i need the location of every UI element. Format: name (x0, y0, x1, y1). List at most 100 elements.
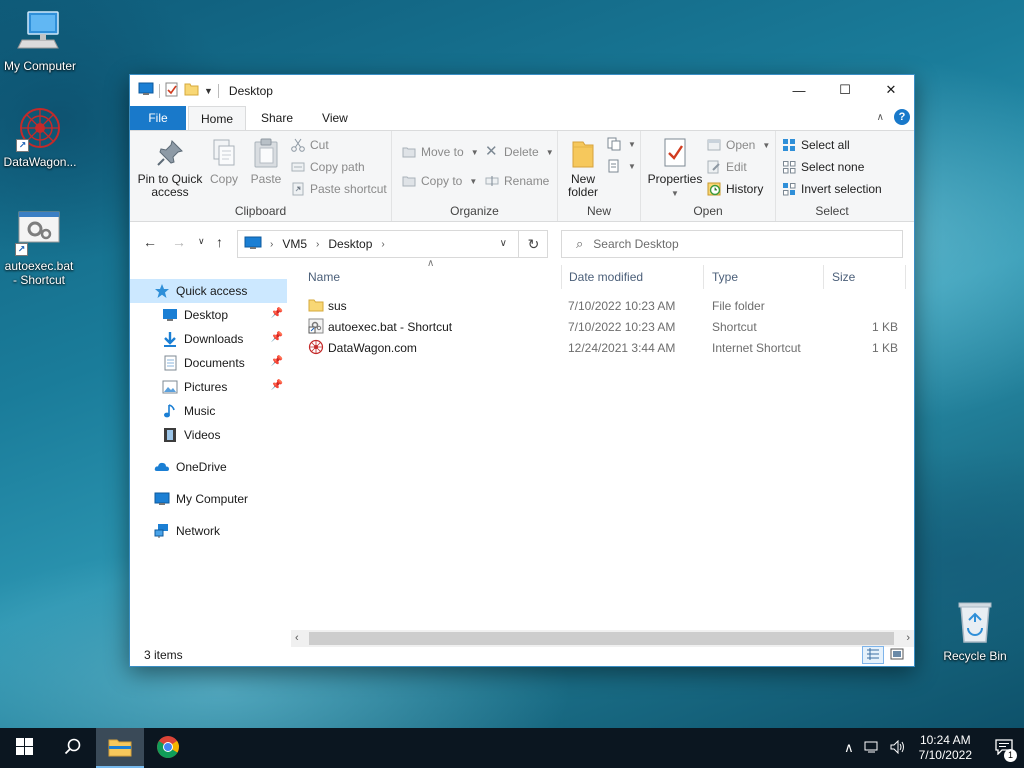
properties-qat-icon[interactable] (165, 82, 179, 100)
paste-button[interactable]: Paste (247, 137, 285, 186)
tab-file[interactable]: File (130, 106, 186, 130)
refresh-button[interactable]: ↻ (518, 230, 548, 258)
breadcrumb-chevron-icon[interactable]: › (316, 239, 319, 250)
action-center-button[interactable]: 1 (984, 728, 1024, 768)
rename-button[interactable]: Rename (485, 174, 549, 188)
nav-item-quick-access[interactable]: Quick access (130, 279, 287, 303)
pin-to-quick-access-button[interactable]: Pin to Quick access (136, 137, 204, 199)
details-view-button[interactable] (862, 646, 884, 664)
maximize-icon: ☐ (839, 82, 851, 97)
cut-button[interactable]: Cut (291, 138, 329, 152)
forward-arrow-icon[interactable]: → (172, 234, 186, 250)
open-button[interactable]: Open ▼ (707, 138, 770, 152)
ribbon-collapse-icon[interactable]: ∧ (877, 112, 884, 123)
select-none-icon (782, 160, 796, 174)
properties-button[interactable]: Properties ▼ (645, 137, 705, 200)
nav-item-desktop[interactable]: Desktop 📌 (130, 303, 287, 327)
copy-to-button[interactable]: Copy to ▼ (402, 174, 477, 188)
shortcut-arrow-icon: ↗ (16, 139, 29, 152)
tab-share[interactable]: Share (246, 106, 308, 130)
paste-shortcut-button[interactable]: Paste shortcut (291, 182, 387, 196)
show-hidden-icons-chevron-icon[interactable]: ∧ (844, 740, 854, 756)
customize-qat-icon[interactable]: ▼ (204, 86, 213, 96)
network-tray-icon[interactable] (864, 740, 880, 757)
file-row-datawagon[interactable]: DataWagon.com 12/24/2021 3:44 AM Interne… (290, 337, 914, 358)
search-icon: ⌕ (576, 236, 584, 251)
nav-item-onedrive[interactable]: OneDrive (130, 455, 287, 479)
address-dropdown-icon[interactable]: ∨ (500, 238, 507, 249)
nav-label: Videos (184, 428, 221, 442)
pin-icon[interactable]: 📌 (271, 380, 283, 391)
select-all-button[interactable]: Select all (782, 138, 850, 152)
copy-label: Copy (209, 172, 238, 186)
nav-item-my-computer[interactable]: My Computer (130, 487, 287, 511)
taskbar-file-explorer[interactable] (96, 728, 144, 768)
invert-selection-button[interactable]: Invert selection (782, 182, 882, 196)
breadcrumb-chevron-icon[interactable]: › (381, 239, 384, 250)
history-button[interactable]: History (707, 182, 763, 196)
move-to-button[interactable]: Move to ▼ (402, 145, 479, 159)
edit-button[interactable]: Edit (707, 160, 747, 174)
breadcrumb-vm5[interactable]: VM5 (282, 237, 307, 251)
nav-item-videos[interactable]: Videos (130, 423, 287, 447)
desktop-icon-label: My Computer (3, 59, 77, 73)
new-item-button[interactable]: ▼ (607, 137, 636, 151)
help-icon[interactable]: ? (894, 109, 910, 125)
search-box[interactable]: ⌕ (561, 230, 903, 258)
large-icons-view-button[interactable] (886, 646, 908, 664)
breadcrumb-desktop[interactable]: Desktop (328, 237, 372, 251)
new-folder-qat-icon[interactable] (184, 82, 199, 99)
new-folder-button[interactable]: New folder (564, 137, 602, 199)
start-button[interactable] (0, 728, 48, 768)
tab-home[interactable]: Home (188, 106, 246, 130)
close-button[interactable]: ✕ (868, 75, 914, 105)
copy-path-button[interactable]: Copy path (291, 160, 365, 174)
paste-shortcut-label: Paste shortcut (310, 182, 387, 196)
file-row-sus[interactable]: sus 7/10/2022 10:23 AM File folder (290, 295, 914, 316)
pin-icon[interactable]: 📌 (271, 308, 283, 319)
music-icon (162, 403, 178, 419)
rename-label: Rename (504, 174, 550, 188)
volume-icon[interactable] (890, 739, 906, 757)
nav-item-music[interactable]: Music (130, 399, 287, 423)
pin-icon[interactable]: 📌 (271, 356, 283, 367)
back-arrow-icon[interactable]: ← (143, 234, 157, 250)
title-bar[interactable]: ▼ Desktop — ☐ ✕ (130, 75, 914, 106)
up-arrow-icon[interactable]: ↑ (216, 234, 223, 250)
minimize-button[interactable]: — (776, 75, 822, 105)
file-name: DataWagon.com (328, 340, 417, 355)
nav-item-pictures[interactable]: Pictures 📌 (130, 375, 287, 399)
desktop-icon-recycle-bin[interactable]: Recycle Bin (935, 600, 1015, 663)
taskbar-search-button[interactable] (48, 728, 96, 768)
select-group-label: Select (815, 204, 849, 218)
edit-icon (707, 160, 721, 174)
column-header-name[interactable]: Name (300, 265, 562, 289)
nav-item-documents[interactable]: Documents 📌 (130, 351, 287, 375)
easy-access-button[interactable]: ▼ (607, 159, 636, 173)
desktop-icon-autoexec-shortcut[interactable]: ↗ autoexec.bat - Shortcut (0, 210, 79, 287)
delete-button[interactable]: ✕ Delete ▼ (485, 144, 554, 159)
clock[interactable]: 10:24 AM 7/10/2022 (919, 733, 972, 763)
file-row-autoexec-shortcut[interactable]: autoexec.bat - Shortcut 7/10/2022 10:23 … (290, 316, 914, 337)
copy-button[interactable]: Copy (206, 137, 242, 186)
column-header-date-modified[interactable]: Date modified (561, 265, 704, 289)
ribbon-group-open: Properties ▼ Open ▼ Edit History Open (641, 131, 776, 221)
network-icon (154, 523, 170, 539)
nav-item-network[interactable]: Network (130, 519, 287, 543)
address-bar[interactable]: › VM5 › Desktop › ∨ (237, 230, 548, 258)
tab-view[interactable]: View (308, 106, 362, 130)
desktop-icon-my-computer[interactable]: My Computer (0, 10, 80, 73)
quick-access-toolbar: ▼ (130, 82, 219, 100)
maximize-button[interactable]: ☐ (822, 75, 868, 105)
breadcrumb-chevron-icon[interactable]: › (270, 239, 273, 250)
recent-locations-chevron-icon[interactable]: ∨ (198, 236, 205, 247)
select-none-button[interactable]: Select none (782, 160, 864, 174)
file-size: 1 KB (871, 319, 898, 334)
column-header-type[interactable]: Type (704, 265, 824, 289)
taskbar-chrome[interactable] (144, 728, 192, 768)
pin-icon[interactable]: 📌 (271, 332, 283, 343)
desktop-icon-datawagon[interactable]: ↗ DataWagon... (0, 106, 80, 169)
search-input[interactable] (593, 237, 874, 251)
nav-item-downloads[interactable]: Downloads 📌 (130, 327, 287, 351)
column-header-size[interactable]: Size (824, 265, 906, 289)
